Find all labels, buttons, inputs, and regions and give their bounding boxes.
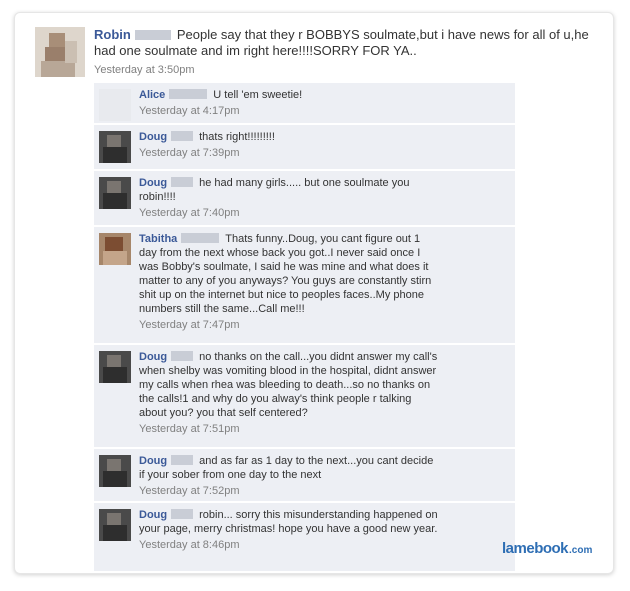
- comment: Doug no thanks on the call...you didnt an…: [94, 345, 515, 447]
- comment-text: thats right!!!!!!!!!: [199, 131, 275, 143]
- post-timestamp[interactable]: Yesterday at 3:50pm: [94, 62, 594, 78]
- author-link[interactable]: Robin: [94, 27, 131, 42]
- avatar[interactable]: [99, 131, 131, 163]
- comment-text: Thats funny..Doug, you cant figure out 1…: [139, 233, 432, 315]
- comment-thread: Alice U tell 'em sweetie! Yesterday at 4:…: [94, 83, 515, 573]
- redacted-name: [171, 131, 194, 141]
- author-link[interactable]: Doug: [139, 177, 167, 189]
- post-body: Robin People say that they r BOBBYS soulm…: [94, 27, 594, 78]
- avatar[interactable]: [99, 233, 131, 265]
- author-link[interactable]: Tabitha: [139, 233, 177, 245]
- redacted-name: [171, 455, 194, 465]
- redacted-name: [181, 233, 220, 243]
- avatar[interactable]: [99, 509, 131, 541]
- comment-body: Doug thats right!!!!!!!!! Yesterday at 7:…: [139, 130, 439, 160]
- comment-body: Doug no thanks on the call...you didnt an…: [139, 350, 439, 436]
- comment-timestamp[interactable]: Yesterday at 8:46pm: [139, 538, 439, 552]
- avatar[interactable]: [99, 177, 131, 209]
- comment-timestamp[interactable]: Yesterday at 7:39pm: [139, 146, 439, 160]
- comment-body: Doug and as far as 1 day to the next...yo…: [139, 454, 439, 498]
- comment-text: U tell 'em sweetie!: [213, 89, 303, 101]
- logo-main: lamebook: [502, 540, 569, 557]
- logo-suffix: .com: [569, 545, 593, 556]
- post-card: Robin People say that they r BOBBYS soulm…: [14, 12, 614, 574]
- avatar[interactable]: [35, 27, 85, 77]
- author-link[interactable]: Doug: [139, 351, 167, 363]
- comment-body: Doug robin... sorry this misunderstanding…: [139, 508, 439, 552]
- comment-body: Alice U tell 'em sweetie! Yesterday at 4:…: [139, 88, 439, 118]
- comment-body: Tabitha Thats funny..Doug, you cant figur…: [139, 232, 439, 332]
- redacted-name: [169, 89, 208, 99]
- redacted-name: [171, 177, 194, 187]
- avatar[interactable]: [99, 89, 131, 121]
- redacted-name: [134, 30, 171, 40]
- comment: Doug robin... sorry this misunderstanding…: [94, 503, 515, 571]
- comment-text: no thanks on the call...you didnt answer…: [139, 351, 438, 419]
- comment: Doug thats right!!!!!!!!! Yesterday at 7:…: [94, 125, 515, 169]
- comment: Tabitha Thats funny..Doug, you cant figur…: [94, 227, 515, 343]
- comment: Alice U tell 'em sweetie! Yesterday at 4:…: [94, 83, 515, 123]
- comment-timestamp[interactable]: Yesterday at 7:51pm: [139, 422, 439, 436]
- comment-timestamp[interactable]: Yesterday at 4:17pm: [139, 104, 439, 118]
- comment-timestamp[interactable]: Yesterday at 7:47pm: [139, 318, 439, 332]
- author-link[interactable]: Alice: [139, 89, 165, 101]
- avatar[interactable]: [99, 455, 131, 487]
- redacted-name: [171, 351, 194, 361]
- avatar[interactable]: [99, 351, 131, 383]
- author-link[interactable]: Doug: [139, 455, 167, 467]
- comment-timestamp[interactable]: Yesterday at 7:40pm: [139, 206, 439, 220]
- redacted-name: [171, 509, 194, 519]
- comment: Doug he had many girls..... but one soulm…: [94, 171, 515, 225]
- post-message: Robin People say that they r BOBBYS soulm…: [94, 27, 594, 59]
- comment-timestamp[interactable]: Yesterday at 7:52pm: [139, 484, 439, 498]
- comment: Doug and as far as 1 day to the next...yo…: [94, 449, 515, 501]
- lamebook-logo: lamebook.com: [502, 540, 592, 558]
- author-link[interactable]: Doug: [139, 131, 167, 143]
- comment-body: Doug he had many girls..... but one soulm…: [139, 176, 439, 220]
- author-link[interactable]: Doug: [139, 509, 167, 521]
